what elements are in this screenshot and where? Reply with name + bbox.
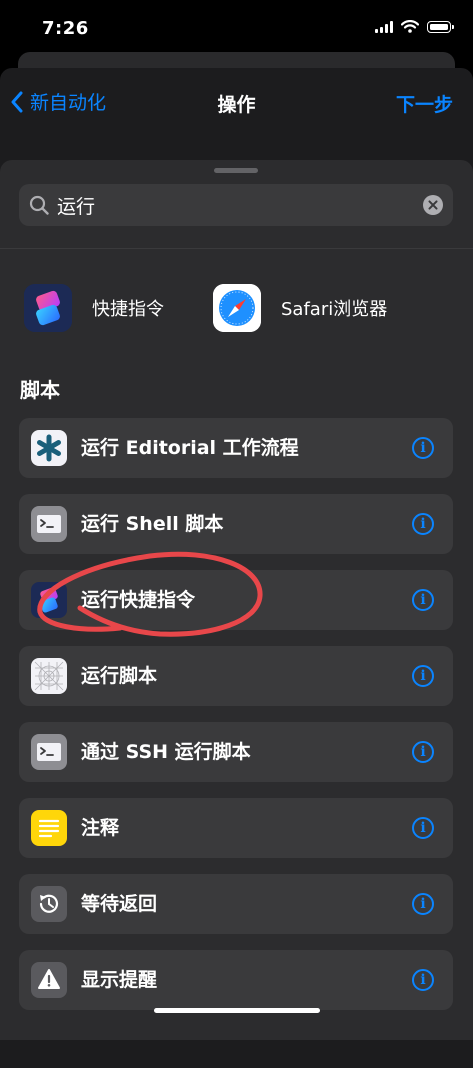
action-row-wait-to-return[interactable]: 等待返回 i — [19, 874, 453, 934]
action-label: 通过 SSH 运行脚本 — [81, 741, 251, 763]
status-bar: 7:26 — [0, 0, 473, 60]
action-row-run-script-over-ssh[interactable]: 通过 SSH 运行脚本 i — [19, 722, 453, 782]
battery-icon — [427, 20, 454, 33]
app-safari[interactable]: Safari浏览器 — [213, 284, 387, 332]
section-title: 脚本 — [20, 378, 60, 402]
wifi-icon — [401, 20, 419, 33]
info-icon[interactable]: i — [412, 437, 434, 459]
status-icons — [375, 20, 454, 33]
next-button[interactable]: 下一步 — [396, 90, 453, 117]
info-icon[interactable]: i — [412, 741, 434, 763]
shortcuts-app-icon — [24, 284, 72, 332]
action-label: 显示提醒 — [81, 969, 158, 991]
search-icon — [29, 195, 49, 215]
status-time: 7:26 — [42, 18, 89, 39]
terminal-icon — [31, 734, 67, 770]
info-icon[interactable]: i — [412, 513, 434, 535]
info-icon[interactable]: i — [412, 589, 434, 611]
action-label: 运行 Shell 脚本 — [81, 513, 224, 535]
divider — [0, 248, 473, 249]
info-icon[interactable]: i — [412, 817, 434, 839]
action-picker-sheet: 快捷指令 Safari浏览器 脚本 运行 Editori — [0, 160, 473, 1040]
search-input[interactable] — [57, 184, 417, 226]
action-row-run-editorial-workflow[interactable]: 运行 Editorial 工作流程 i — [19, 418, 453, 478]
app-label: 快捷指令 — [92, 299, 164, 320]
safari-app-icon — [213, 284, 261, 332]
action-label: 运行脚本 — [81, 665, 158, 687]
action-label: 运行快捷指令 — [81, 589, 196, 611]
action-row-show-alert[interactable]: 显示提醒 i — [19, 950, 453, 1010]
navigation-bar: 新自动化 操作 下一步 — [0, 68, 473, 140]
info-icon[interactable]: i — [412, 969, 434, 991]
action-row-run-shell-script[interactable]: 运行 Shell 脚本 i — [19, 494, 453, 554]
action-row-run-shortcut[interactable]: 运行快捷指令 i — [19, 570, 453, 630]
shortcuts-icon — [31, 582, 67, 618]
sheet-grabber[interactable] — [214, 168, 258, 173]
terminal-icon — [31, 506, 67, 542]
info-icon[interactable]: i — [412, 665, 434, 687]
action-row-run-script[interactable]: 运行脚本 i — [19, 646, 453, 706]
home-indicator[interactable] — [154, 1008, 320, 1013]
clear-search-icon[interactable] — [423, 195, 443, 215]
action-row-comment[interactable]: 注释 i — [19, 798, 453, 858]
action-label: 运行 Editorial 工作流程 — [81, 437, 299, 459]
cellular-signal-icon — [375, 20, 393, 33]
action-label: 注释 — [81, 817, 120, 839]
search-bar — [19, 184, 453, 226]
editorial-asterisk-icon — [31, 430, 67, 466]
warning-triangle-icon — [31, 962, 67, 998]
note-lines-icon — [31, 810, 67, 846]
action-label: 等待返回 — [81, 893, 158, 915]
info-icon[interactable]: i — [412, 893, 434, 915]
clock-return-icon — [31, 886, 67, 922]
script-grid-icon — [31, 658, 67, 694]
app-shortcuts[interactable]: 快捷指令 — [24, 284, 164, 332]
app-label: Safari浏览器 — [281, 299, 388, 320]
